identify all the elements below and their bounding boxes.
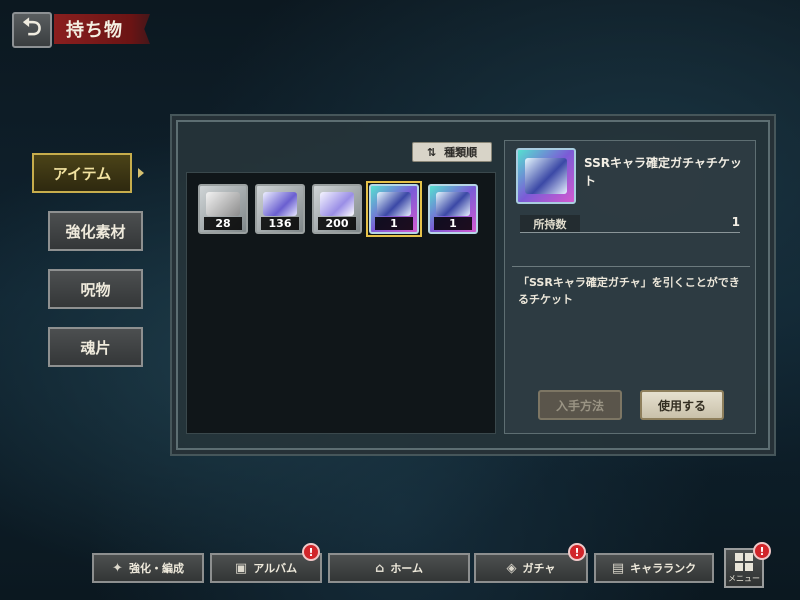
sort-label: 種類順 bbox=[444, 146, 478, 159]
item-slot-5[interactable]: 1 bbox=[428, 184, 478, 234]
detail-description: 「SSRキャラ確定ガチャ」を引くことができるチケット bbox=[518, 276, 740, 306]
menu-grid-icon bbox=[735, 552, 753, 571]
nav-album-label: アルバム bbox=[253, 562, 298, 575]
detail-item-name: SSRキャラ確定ガチャチケット bbox=[584, 156, 742, 188]
owned-count-value: 1 bbox=[731, 215, 740, 229]
ssr-ticket-icon bbox=[377, 192, 411, 216]
sort-button[interactable]: ⇅ 種類順 bbox=[412, 142, 492, 162]
nav-home[interactable]: ⌂ ホーム bbox=[328, 553, 470, 583]
nav-home-label: ホーム bbox=[390, 562, 423, 575]
nav-character-rank[interactable]: ▤ キャラランク bbox=[594, 553, 714, 583]
back-arrow-icon: ⮌ bbox=[22, 12, 42, 41]
tab-cursed-objects[interactable]: 呪物 bbox=[48, 269, 143, 309]
tab-soul-fragments-label: 魂片 bbox=[80, 338, 111, 357]
back-button[interactable]: ⮌ bbox=[12, 12, 52, 48]
detail-divider bbox=[512, 266, 750, 267]
tab-enhance-materials-label: 強化素材 bbox=[65, 222, 126, 241]
item-slot-4[interactable]: 1 bbox=[366, 181, 422, 237]
tab-cursed-objects-label: 呪物 bbox=[80, 280, 111, 299]
album-icon: ▣ bbox=[234, 560, 248, 576]
character-rank-icon: ▤ bbox=[611, 560, 625, 576]
owned-divider bbox=[520, 232, 740, 233]
dice-cube-icon bbox=[320, 192, 354, 216]
rainbow-ticket-icon bbox=[436, 192, 470, 216]
use-button-label: 使用する bbox=[657, 398, 706, 413]
crystal-shard-icon bbox=[263, 192, 297, 216]
tab-items-label: アイテム bbox=[52, 164, 112, 183]
home-icon: ⌂ bbox=[375, 560, 385, 576]
sort-icon: ⇅ bbox=[426, 145, 437, 159]
acquire-method-label: 入手方法 bbox=[555, 398, 604, 413]
page-title: 持ち物 bbox=[66, 20, 123, 41]
notification-badge-album: ! bbox=[302, 543, 320, 561]
ssr-ticket-icon bbox=[525, 158, 567, 194]
item-count: 28 bbox=[204, 217, 242, 230]
silver-ticket-icon bbox=[206, 192, 240, 216]
item-count: 1 bbox=[375, 217, 413, 230]
notification-badge-gacha: ! bbox=[568, 543, 586, 561]
tab-enhance-materials[interactable]: 強化素材 bbox=[48, 211, 143, 251]
item-slot-1[interactable]: 28 bbox=[198, 184, 248, 234]
detail-item-icon bbox=[516, 148, 576, 204]
gacha-icon: ◈ bbox=[506, 560, 517, 576]
page-title-banner: 持ち物 bbox=[54, 14, 150, 44]
people-icon: ✦ bbox=[112, 560, 123, 576]
use-button[interactable]: 使用する bbox=[640, 390, 724, 420]
owned-count-label: 所持数 bbox=[520, 215, 580, 233]
nav-enhance-formation[interactable]: ✦ 強化・編成 bbox=[92, 553, 204, 583]
item-count: 200 bbox=[318, 217, 356, 230]
item-slot-3[interactable]: 200 bbox=[312, 184, 362, 234]
notification-badge-menu: ! bbox=[753, 542, 771, 560]
nav-character-rank-label: キャラランク bbox=[630, 562, 697, 575]
nav-enhance-formation-label: 強化・編成 bbox=[128, 562, 184, 575]
tab-items[interactable]: アイテム bbox=[32, 153, 132, 193]
nav-gacha-label: ガチャ bbox=[522, 562, 556, 575]
tab-soul-fragments[interactable]: 魂片 bbox=[48, 327, 143, 367]
menu-label: メニュー bbox=[728, 573, 760, 583]
acquire-method-button[interactable]: 入手方法 bbox=[538, 390, 622, 420]
item-count: 1 bbox=[434, 217, 472, 230]
item-slot-2[interactable]: 136 bbox=[255, 184, 305, 234]
item-count: 136 bbox=[261, 217, 299, 230]
active-tab-arrow-icon bbox=[138, 168, 144, 178]
